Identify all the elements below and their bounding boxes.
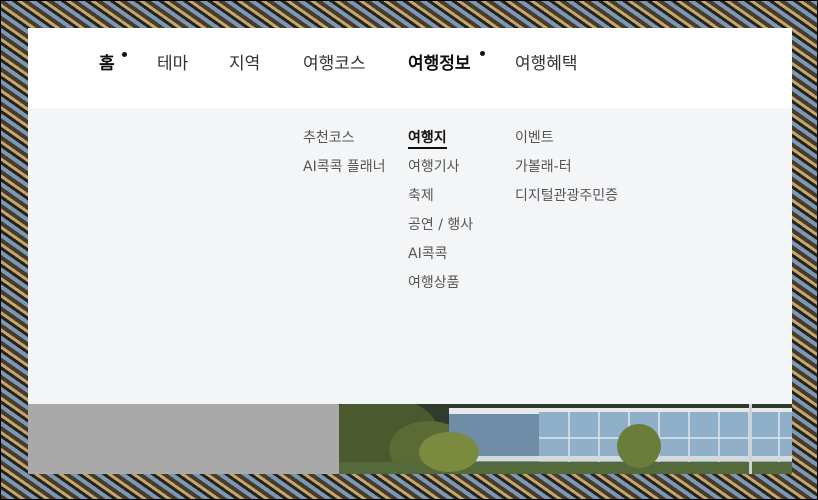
submenu-item-destination[interactable]: 여행지 [408,128,473,149]
submenu-item-performance-event[interactable]: 공연 / 행사 [408,215,473,235]
background-frame: 홈 테마 지역 여행코스 여행정보 여행혜택 추천코스 AI콕콕 플래너 여행지… [0,0,818,500]
nav-home[interactable]: 홈 [99,52,115,76]
active-dot-icon [480,51,485,56]
banner-strip [28,404,792,474]
nav-travel-benefit[interactable]: 여행혜택 [515,52,578,76]
submenu-item-travel-product[interactable]: 여행상품 [408,273,473,293]
submenu-item-destination-label: 여행지 [408,130,447,149]
submenu-item-digital-resident-card[interactable]: 디지털관광주민증 [515,186,618,206]
submenu-item-travel-article[interactable]: 여행기사 [408,157,473,177]
submenu-item-event[interactable]: 이벤트 [515,128,618,148]
building-photo [339,404,792,474]
nav-theme[interactable]: 테마 [157,52,188,76]
active-dot-icon [122,52,127,57]
submenu-item-ai-kokkok[interactable]: AI콕콕 [408,244,473,264]
top-navigation: 홈 테마 지역 여행코스 여행정보 여행혜택 [28,28,792,108]
submenu-item-festival[interactable]: 축제 [408,186,473,206]
placeholder-block [28,404,339,474]
submenu-travel-course: 추천코스 AI콕콕 플래너 [303,128,386,186]
nav-travel-course[interactable]: 여행코스 [303,52,366,76]
submenu-travel-benefit: 이벤트 가볼래-터 디지털관광주민증 [515,128,618,215]
submenu-travel-info: 여행지 여행기사 축제 공연 / 행사 AI콕콕 여행상품 [408,128,473,302]
nav-region[interactable]: 지역 [229,52,260,76]
submenu-item-gabollaeteo[interactable]: 가볼래-터 [515,157,618,177]
submenu-item-recommended-course[interactable]: 추천코스 [303,128,386,148]
submenu-item-ai-planner[interactable]: AI콕콕 플래너 [303,157,386,177]
mega-menu-panel: 홈 테마 지역 여행코스 여행정보 여행혜택 추천코스 AI콕콕 플래너 여행지… [28,28,792,474]
nav-travel-info[interactable]: 여행정보 [408,52,471,76]
